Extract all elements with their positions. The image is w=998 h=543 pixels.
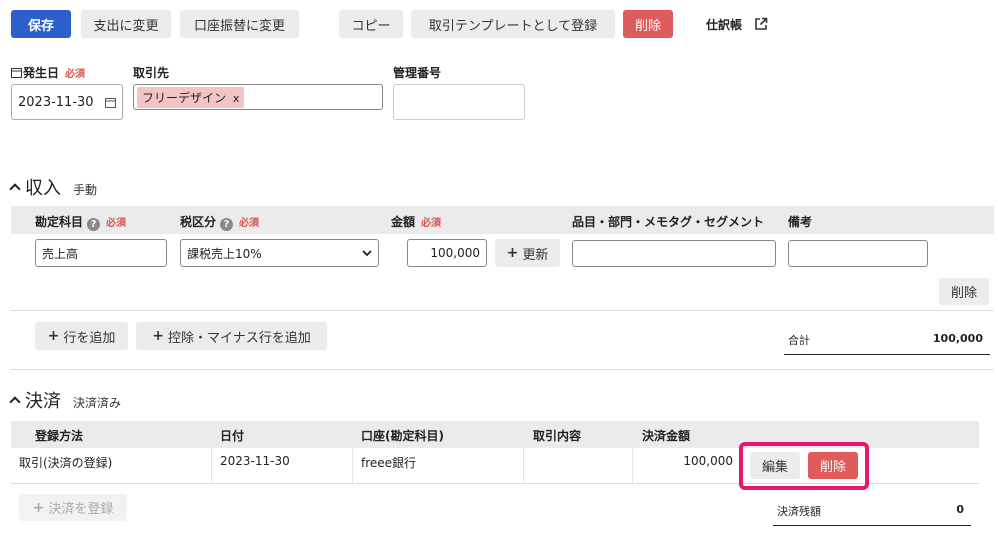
amount-input[interactable]: 100,000	[407, 239, 487, 267]
cell-divider	[523, 448, 524, 484]
column-amount: 金額 必須	[391, 213, 441, 230]
delete-button[interactable]: 削除	[623, 10, 673, 38]
add-deduction-row-button[interactable]: 控除・マイナス行を追加	[136, 322, 327, 350]
column-items: 品目・部門・メモタグ・セグメント	[572, 215, 765, 229]
register-template-button[interactable]: 取引テンプレートとして登録	[411, 10, 615, 38]
date-label: 発生日 必須	[11, 64, 85, 81]
column-content: 取引内容	[533, 429, 582, 443]
help-icon[interactable]: ?	[87, 218, 101, 231]
chevron-down-icon	[362, 250, 372, 257]
payment-account: freee銀行	[361, 456, 417, 470]
register-payment-button[interactable]: 決済を登録	[19, 494, 127, 521]
partner-tag-label: フリーデザイン	[142, 90, 227, 105]
note-input[interactable]	[788, 240, 928, 267]
external-link-icon	[755, 17, 768, 30]
balance-underline	[773, 525, 971, 526]
cell-divider	[211, 448, 212, 484]
total-value: 100,000	[932, 332, 983, 345]
update-button-label: 更新	[522, 247, 549, 263]
column-account-label: 勘定科目	[35, 215, 84, 229]
add-deduction-label: 控除・マイナス行を追加	[167, 330, 311, 346]
account-input[interactable]: 売上高	[35, 239, 167, 267]
date-input[interactable]: 2023-11-30	[11, 84, 123, 120]
income-section-title[interactable]: 収入 手動	[9, 174, 98, 200]
delete-payment-button[interactable]: 削除	[808, 452, 858, 479]
income-subtitle: 手動	[73, 183, 98, 197]
amount-value: 100,000	[430, 246, 480, 260]
column-account: 勘定科目? 必須	[35, 213, 126, 231]
journal-link-label: 仕訳帳	[706, 18, 743, 32]
management-number-input[interactable]	[393, 84, 525, 120]
payment-subtitle: 決済済み	[73, 396, 122, 410]
date-value: 2023-11-30	[18, 94, 94, 110]
column-payment-account: 口座(勘定科目)	[361, 429, 444, 443]
divider	[11, 369, 994, 370]
row-delete-button[interactable]: 削除	[939, 278, 989, 305]
edit-payment-button[interactable]: 編集	[750, 452, 800, 479]
required-badge: 必須	[65, 69, 86, 80]
calendar-picker-icon[interactable]	[105, 97, 116, 108]
column-date: 日付	[220, 429, 245, 443]
add-row-label: 行を追加	[63, 330, 116, 346]
cell-divider	[632, 448, 633, 484]
tax-select-value: 課税売上10%	[187, 246, 262, 261]
management-number-label: 管理番号	[393, 66, 442, 80]
update-button[interactable]: 更新	[495, 239, 560, 267]
calendar-icon	[11, 68, 22, 78]
column-tax-label: 税区分	[180, 215, 217, 229]
cell-divider	[352, 448, 353, 484]
column-payment-amount: 決済金額	[642, 429, 691, 443]
tax-select[interactable]: 課税売上10%	[180, 239, 379, 267]
total-underline	[784, 354, 990, 355]
chevron-up-icon	[9, 396, 21, 408]
add-row-button[interactable]: 行を追加	[35, 322, 128, 350]
date-label-text: 発生日	[23, 66, 60, 80]
journal-link[interactable]: 仕訳帳	[706, 16, 768, 33]
copy-button[interactable]: コピー	[339, 10, 403, 38]
divider	[11, 310, 994, 311]
partner-tag: フリーデザイン x	[137, 86, 245, 108]
partner-input[interactable]: フリーデザイン x	[133, 84, 383, 110]
column-tax: 税区分? 必須	[180, 213, 259, 231]
income-table-header	[11, 206, 994, 234]
income-title: 収入	[25, 178, 61, 199]
total-label: 合計	[788, 334, 810, 347]
payment-section-title[interactable]: 決済 決済済み	[9, 387, 122, 413]
change-to-transfer-button[interactable]: 口座振替に変更	[180, 10, 299, 38]
payment-title: 決済	[25, 391, 61, 412]
required-badge: 必須	[239, 218, 260, 229]
partner-tag-remove[interactable]: x	[233, 92, 240, 105]
balance-value: 0	[956, 503, 964, 516]
column-amount-label: 金額	[391, 215, 416, 229]
chevron-up-icon	[9, 183, 21, 195]
column-method: 登録方法	[35, 429, 84, 443]
payment-amount: 100,000	[683, 454, 733, 468]
help-icon[interactable]: ?	[220, 218, 234, 231]
balance-label: 決済残額	[777, 505, 821, 518]
register-payment-label: 決済を登録	[48, 502, 114, 517]
column-note: 備考	[788, 215, 813, 229]
change-to-expense-button[interactable]: 支出に変更	[81, 10, 171, 38]
required-badge: 必須	[106, 218, 127, 229]
payment-method: 取引(決済の登録)	[19, 456, 113, 470]
payment-date: 2023-11-30	[220, 454, 290, 468]
partner-label: 取引先	[133, 66, 170, 80]
save-button[interactable]: 保存	[11, 10, 71, 38]
required-badge: 必須	[421, 218, 442, 229]
items-input[interactable]	[572, 240, 776, 267]
